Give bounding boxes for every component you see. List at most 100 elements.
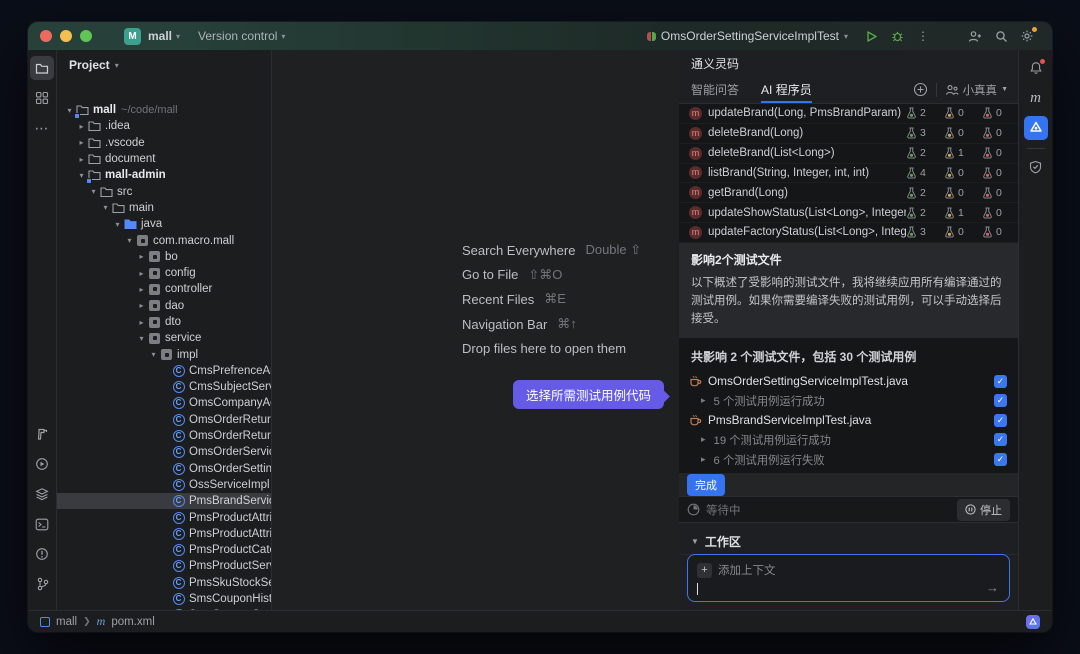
tree-item-mall[interactable]: ▾mall~/code/mall	[57, 102, 271, 118]
close-window-button[interactable]	[40, 30, 52, 42]
test-group-row[interactable]: ▸6 个测试用例运行失败✓	[679, 450, 1018, 470]
stop-button[interactable]: 停止	[957, 499, 1010, 521]
run-config-selector[interactable]: OmsOrderSettingServiceImplTest ▾	[647, 29, 848, 43]
tree-item-cmssubjectservice[interactable]: CCmsSubjectService	[57, 379, 271, 395]
tree-item-pmsproductattribut[interactable]: CPmsProductAttribut	[57, 509, 271, 525]
minimize-window-button[interactable]	[60, 30, 72, 42]
test-checkbox[interactable]: ✓	[994, 394, 1007, 407]
tab-chat[interactable]: 智能问答	[691, 76, 739, 103]
vcs-selector[interactable]: Version control ▾	[198, 29, 285, 43]
tree-item-pmsproductattribut[interactable]: CPmsProductAttribut	[57, 526, 271, 542]
method-row[interactable]: mupdateFactoryStatus(List<Long>, Integer…	[679, 223, 1018, 243]
tree-item-pmsbrandserviceim[interactable]: CPmsBrandServiceIm	[57, 493, 271, 509]
tree-item-ossserviceimpl[interactable]: COssServiceImpl	[57, 477, 271, 493]
project-tool-button[interactable]	[30, 56, 54, 80]
zoom-window-button[interactable]	[80, 30, 92, 42]
chevron-expanded-icon[interactable]: ▾	[111, 220, 124, 229]
chevron-collapsed-icon[interactable]: ▸	[75, 155, 88, 164]
chevron-collapsed-icon[interactable]: ▸	[75, 138, 88, 147]
workspace-section-header[interactable]: ▼ 工作区	[679, 529, 1018, 555]
send-button[interactable]: →	[986, 580, 999, 595]
notifications-button[interactable]	[1024, 56, 1048, 80]
chevron-collapsed-icon[interactable]: ▸	[701, 454, 706, 465]
chat-input[interactable]: + 添加上下文 →	[687, 554, 1010, 602]
chevron-collapsed-icon[interactable]: ▸	[701, 395, 706, 406]
test-group-row[interactable]: ▸5 个测试用例运行成功✓	[679, 391, 1018, 411]
tree-item--vscode[interactable]: ▸.vscode	[57, 135, 271, 151]
editor-area[interactable]: Search EverywhereDouble ⇧Go to File⇧⌘ORe…	[272, 50, 679, 610]
tree-item-controller[interactable]: ▸controller	[57, 281, 271, 297]
search-everywhere-button[interactable]	[988, 25, 1014, 47]
services-tool-button[interactable]	[30, 452, 54, 476]
lingma-status-icon[interactable]	[1026, 615, 1040, 629]
method-row[interactable]: mupdateBrand(Long, PmsBrandParam)200	[679, 104, 1018, 124]
lingma-tool-button[interactable]	[1024, 116, 1048, 140]
more-run-actions-button[interactable]: ⋮	[910, 25, 936, 47]
chevron-expanded-icon[interactable]: ▾	[135, 334, 148, 343]
tree-item-impl[interactable]: ▾impl	[57, 346, 271, 362]
tree-item-document[interactable]: ▸document	[57, 151, 271, 167]
tree-item-omsordersettingse[interactable]: COmsOrderSettingSe	[57, 461, 271, 477]
project-panel-header[interactable]: Project ▾	[57, 50, 271, 80]
tree-item-cmsprefrenceareas[interactable]: CCmsPrefrenceAreaS	[57, 363, 271, 379]
project-selector[interactable]: mall ▾	[148, 29, 180, 43]
new-session-button[interactable]	[913, 82, 928, 97]
git-tool-button[interactable]	[30, 572, 54, 596]
tree-item-com-macro-mall[interactable]: ▾com.macro.mall	[57, 232, 271, 248]
tree-item-dao[interactable]: ▸dao	[57, 298, 271, 314]
test-checkbox[interactable]: ✓	[994, 433, 1007, 446]
tree-item-omscompanyaddre[interactable]: COmsCompanyAddre	[57, 395, 271, 411]
chevron-expanded-icon[interactable]: ▾	[123, 236, 136, 245]
tree-item--idea[interactable]: ▸.idea	[57, 118, 271, 134]
tree-item-smscouponhistory[interactable]: CSmsCouponHistory	[57, 591, 271, 607]
settings-button[interactable]	[1014, 25, 1040, 47]
tree-item-service[interactable]: ▾service	[57, 330, 271, 346]
layers-tool-button[interactable]	[30, 482, 54, 506]
breadcrumb-file[interactable]: pom.xml	[111, 616, 154, 628]
done-button[interactable]: 完成	[687, 474, 725, 496]
test-file-row[interactable]: OmsOrderSettingServiceImplTest.java✓	[679, 371, 1018, 391]
chevron-collapsed-icon[interactable]: ▸	[135, 269, 148, 278]
tree-item-dto[interactable]: ▸dto	[57, 314, 271, 330]
chevron-collapsed-icon[interactable]: ▸	[135, 301, 148, 310]
code-with-me-button[interactable]	[962, 25, 988, 47]
add-context-button[interactable]: +	[697, 563, 712, 578]
tree-item-pmsproductcatego[interactable]: CPmsProductCatego	[57, 542, 271, 558]
tree-item-pmsproductservice[interactable]: CPmsProductService	[57, 558, 271, 574]
user-menu[interactable]: 小真真 ▼	[945, 82, 1008, 98]
debug-button[interactable]	[884, 25, 910, 47]
chevron-collapsed-icon[interactable]: ▸	[135, 252, 148, 261]
security-tool-button[interactable]	[1024, 155, 1048, 179]
method-row[interactable]: mgetBrand(Long)200	[679, 183, 1018, 203]
build-tool-button[interactable]	[30, 422, 54, 446]
tree-item-java[interactable]: ▾java	[57, 216, 271, 232]
chevron-collapsed-icon[interactable]: ▸	[135, 318, 148, 327]
tree-item-omsorderreturnre[interactable]: COmsOrderReturnRe	[57, 428, 271, 444]
maven-tool-button[interactable]: m	[1024, 86, 1048, 110]
method-row[interactable]: mlistBrand(String, Integer, int, int)400	[679, 164, 1018, 184]
terminal-tool-button[interactable]	[30, 512, 54, 536]
tree-item-omsorderserviceim[interactable]: COmsOrderServiceIm	[57, 444, 271, 460]
tree-item-mall-admin[interactable]: ▾mall-admin	[57, 167, 271, 183]
chevron-expanded-icon[interactable]: ▾	[147, 350, 160, 359]
structure-tool-button[interactable]	[30, 86, 54, 110]
method-row[interactable]: mupdateShowStatus(List<Long>, Integer)21…	[679, 203, 1018, 223]
problems-tool-button[interactable]	[30, 542, 54, 566]
test-file-row[interactable]: PmsBrandServiceImplTest.java✓	[679, 411, 1018, 431]
chevron-collapsed-icon[interactable]: ▸	[701, 434, 706, 445]
tree-item-config[interactable]: ▸config	[57, 265, 271, 281]
tree-item-main[interactable]: ▾main	[57, 200, 271, 216]
run-button[interactable]	[858, 25, 884, 47]
chevron-expanded-icon[interactable]: ▾	[99, 203, 112, 212]
test-checkbox[interactable]: ✓	[994, 414, 1007, 427]
chevron-collapsed-icon[interactable]: ▸	[75, 122, 88, 131]
more-tools-button[interactable]: ⋯	[30, 116, 54, 140]
test-checkbox[interactable]: ✓	[994, 453, 1007, 466]
tab-ai-programmer[interactable]: AI 程序员	[761, 76, 812, 103]
tree-item-pmsskustockservic[interactable]: CPmsSkuStockServic	[57, 575, 271, 591]
test-checkbox[interactable]: ✓	[994, 375, 1007, 388]
method-row[interactable]: mdeleteBrand(Long)300	[679, 124, 1018, 144]
breadcrumb-project[interactable]: mall	[56, 616, 77, 628]
tree-item-omsorderreturnap[interactable]: COmsOrderReturnAp	[57, 412, 271, 428]
tree-item-bo[interactable]: ▸bo	[57, 249, 271, 265]
